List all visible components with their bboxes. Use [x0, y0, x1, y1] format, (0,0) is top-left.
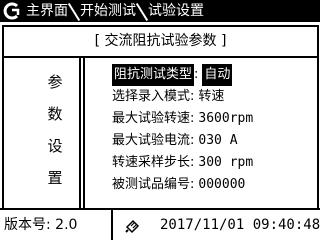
breadcrumb-home[interactable]: 主界面 — [26, 2, 68, 20]
param-label: 最大试验电流 — [112, 133, 191, 148]
param-label: 最大试验转速 — [112, 111, 191, 126]
param-value[interactable]: 转速 — [198, 86, 224, 108]
param-colon: : — [194, 67, 199, 82]
status-bar: 版本号: 2.0 2017/11/01 09:40:48 — [0, 208, 320, 240]
param-colon: : — [190, 89, 195, 104]
side-label-char: 设 — [47, 137, 63, 155]
version-label: 版本号: 2.0 — [4, 217, 78, 233]
param-colon: : — [190, 177, 195, 192]
column-divider — [83, 58, 85, 208]
param-colon: : — [190, 155, 195, 170]
param-label: 阻抗测试类型 — [112, 64, 195, 86]
column-divider — [79, 58, 81, 208]
breadcrumb-test-settings: 试验设置 — [148, 3, 204, 19]
breadcrumb: 主界面 开始测试 试验设置 — [26, 2, 204, 20]
footer-divider — [0, 208, 320, 210]
status-divider — [111, 210, 113, 240]
breadcrumb-start-test[interactable]: 开始测试 — [80, 2, 136, 20]
param-row-sample-id[interactable]: 被测试品编号 : 000000 — [112, 174, 253, 196]
param-value[interactable]: 000000 — [198, 174, 245, 196]
side-label-char: 置 — [47, 169, 63, 187]
panel-header: [ 交流阻抗试验参数 ] — [94, 33, 227, 49]
settings-panel: [ 交流阻抗试验参数 ] 参 数 设 置 阻抗测试类型 : 自动 选择录入模式 … — [2, 25, 319, 210]
header-divider — [4, 56, 317, 58]
param-row-impedance-type[interactable]: 阻抗测试类型 : 自动 — [112, 64, 253, 86]
param-label: 被测试品编号 — [112, 177, 191, 192]
param-value[interactable]: 300 rpm — [198, 152, 253, 174]
param-row-max-current[interactable]: 最大试验电流 : 030 A — [112, 130, 253, 152]
param-row-speed-step[interactable]: 转速采样步长 : 300 rpm — [112, 152, 253, 174]
side-label-char: 参 — [47, 73, 63, 91]
param-colon: : — [190, 111, 195, 126]
param-value[interactable]: 3600rpm — [198, 108, 253, 130]
brand-logo-icon — [3, 2, 20, 20]
side-label-char: 数 — [47, 105, 63, 123]
param-label: 选择录入模式 — [112, 89, 191, 104]
breadcrumb-separator — [136, 2, 148, 20]
param-list: 阻抗测试类型 : 自动 选择录入模式 : 转速 最大试验转速 : 3600rpm… — [112, 64, 253, 196]
param-value[interactable]: 030 A — [198, 130, 237, 152]
datetime-display: 2017/11/01 09:40:48 — [160, 217, 320, 233]
breadcrumb-separator — [68, 2, 80, 20]
title-bar: 主界面 开始测试 试验设置 — [0, 0, 320, 22]
param-row-max-speed[interactable]: 最大试验转速 : 3600rpm — [112, 108, 253, 130]
param-row-input-mode[interactable]: 选择录入模式 : 转速 — [112, 86, 253, 108]
param-colon: : — [190, 133, 195, 148]
param-value[interactable]: 自动 — [202, 64, 233, 86]
param-label: 转速采样步长 — [112, 155, 191, 170]
usb-icon — [125, 219, 140, 234]
